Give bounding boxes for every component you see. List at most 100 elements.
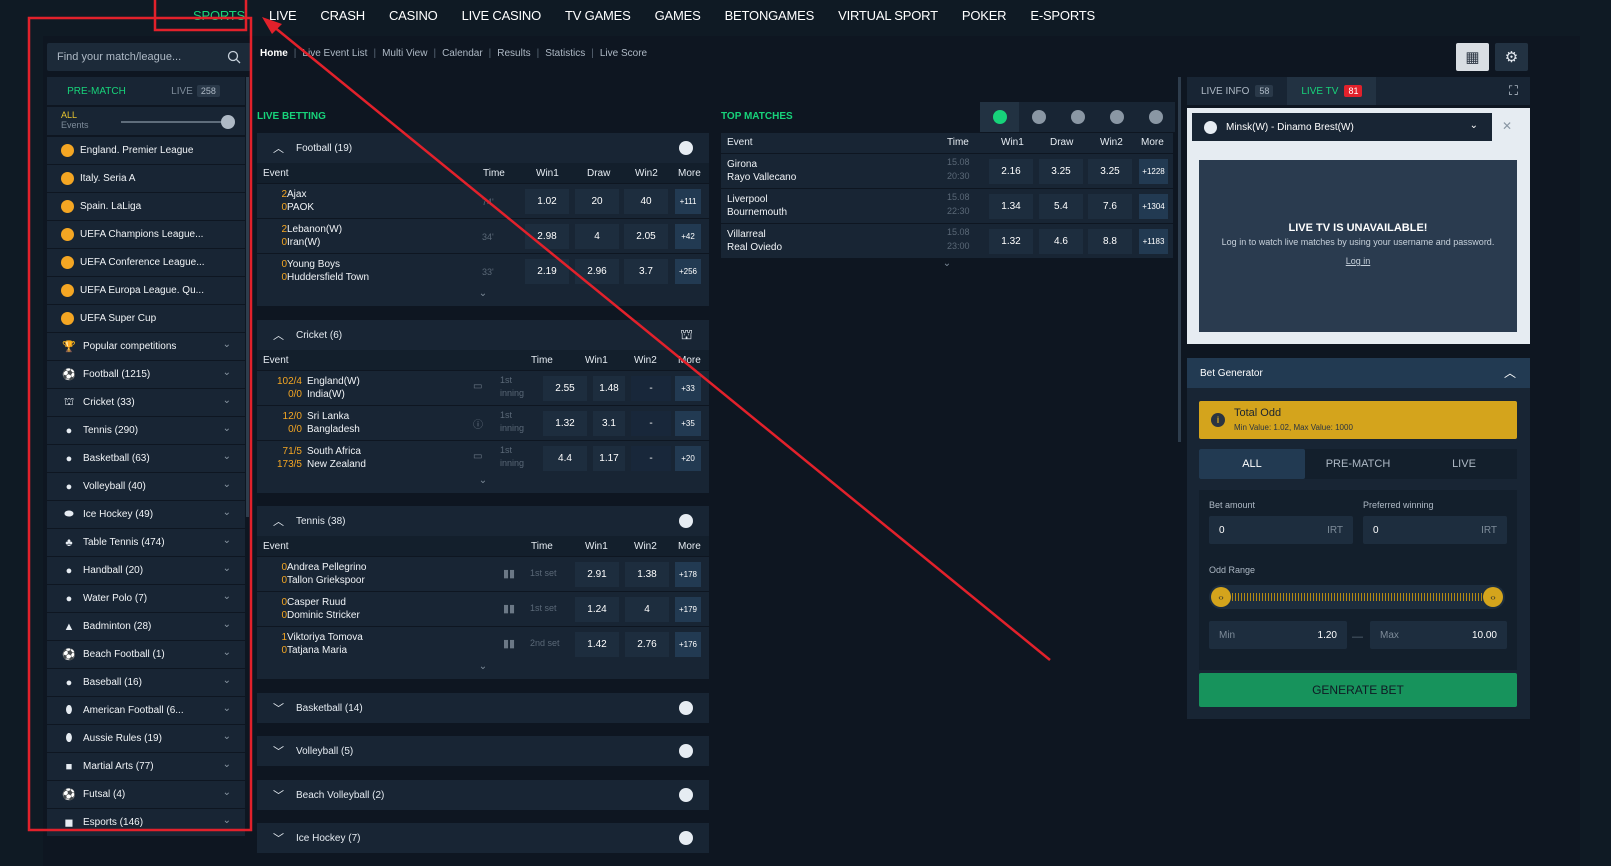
subnav-live-event-list[interactable]: Live Event List [302, 48, 367, 59]
preferred-winning-input[interactable]: 0 IRT [1363, 516, 1507, 544]
sidebar-item[interactable]: Spain. LaLiga [47, 193, 245, 220]
nav-virtual-sport[interactable]: VIRTUAL SPORT [838, 8, 938, 23]
sidebar-item[interactable]: ● Water Polo (7) ⌄ [47, 585, 245, 612]
sidebar-item[interactable]: ⚽ Football (1215) ⌄ [47, 361, 245, 388]
settings-button[interactable]: ⚙ [1495, 43, 1528, 71]
subnav-statistics[interactable]: Statistics [545, 48, 585, 59]
tab-live-tv[interactable]: LIVE TV 81 [1287, 77, 1377, 105]
more-markets-button[interactable]: +1183 [1139, 229, 1168, 254]
odd-win1[interactable]: 2.55 [543, 376, 587, 401]
odd-win2[interactable]: 8.8 [1088, 229, 1132, 254]
sidebar-item[interactable]: ⚽ Futsal (4) ⌄ [47, 781, 245, 808]
odd-win2[interactable]: 2.76 [625, 632, 669, 657]
range-max-handle[interactable]: ‹› [1483, 587, 1503, 607]
cricket-header[interactable]: ︿ Cricket (6) ⛫ [257, 320, 709, 350]
subnav-home[interactable]: Home [260, 48, 288, 59]
sidebar-item[interactable]: ● Tennis (290) ⌄ [47, 417, 245, 444]
match-row[interactable]: 2 Lebanon(W) 0 Iran(W) 34' 2.98 4 2.05 +42 [257, 218, 709, 253]
football-header[interactable]: ︿ Football (19) [257, 133, 709, 163]
sidebar-item[interactable]: UEFA Conference League... [47, 249, 245, 276]
search-icon[interactable] [227, 50, 241, 64]
sidebar-item[interactable]: ⛫ Cricket (33) ⌄ [47, 389, 245, 416]
football-expand[interactable]: ⌄ [257, 288, 709, 306]
odd-win1[interactable]: 1.24 [575, 597, 619, 622]
tab-basketball[interactable] [1058, 102, 1097, 132]
odd-win1[interactable]: 2.91 [575, 562, 619, 587]
odd-win2[interactable]: 2.05 [624, 224, 668, 249]
sidebar-item[interactable]: UEFA Europa League. Qu... [47, 277, 245, 304]
odd-win1b[interactable]: 1.48 [593, 376, 625, 401]
search-input[interactable] [57, 51, 207, 63]
more-markets-button[interactable]: +1304 [1139, 194, 1168, 219]
tennis-expand[interactable]: ⌄ [257, 661, 709, 679]
match-row[interactable]: 71/5 South Africa 173/5 New Zealand ▭ 1st inni… [257, 440, 709, 475]
more-markets-button[interactable]: +179 [675, 597, 701, 622]
odd-win1[interactable]: 1.32 [543, 411, 587, 436]
match-row[interactable]: 102/4 England(W) 0/0 India(W) ▭ 1st inning 2.55… [257, 370, 709, 405]
nav-crash[interactable]: CRASH [320, 8, 365, 23]
match-row[interactable]: 1 Viktoriya Tomova 0 Tatjana Maria ▮▮ 2nd set… [257, 626, 709, 661]
match-row[interactable]: 0 Young Boys 0 Huddersfield Town 33' 2.19 2.96… [257, 253, 709, 288]
odd-win2[interactable]: - [631, 411, 671, 436]
sidebar-item[interactable]: England. Premier League [47, 137, 245, 164]
sidebar-item[interactable]: ⬬ Ice Hockey (49) ⌄ [47, 501, 245, 528]
volleyball-panel[interactable]: ﹀ Volleyball (5) [257, 736, 709, 766]
main-scrollbar[interactable] [1178, 77, 1181, 442]
tab-prematch[interactable]: PRE-MATCH [47, 86, 146, 97]
odd-draw[interactable]: 2.96 [575, 259, 619, 284]
top-match-row[interactable]: Liverpool Bournemouth 15.08 22:30 1.34 5… [721, 188, 1173, 223]
odd-win2[interactable]: 3.25 [1088, 159, 1132, 184]
odd-win1b[interactable]: 3.1 [593, 411, 625, 436]
odd-win2[interactable]: 3.7 [624, 259, 668, 284]
bet-amount-input[interactable]: 0 IRT [1209, 516, 1353, 544]
sidebar-item[interactable]: ⬮ Aussie Rules (19) ⌄ [47, 725, 245, 752]
tab-football[interactable] [980, 102, 1019, 132]
odd-draw[interactable]: 3.25 [1039, 159, 1083, 184]
tab-beach-volleyball[interactable] [1136, 102, 1175, 132]
mode-live[interactable]: LIVE [1411, 449, 1517, 479]
sidebar-item[interactable]: ♣ Table Tennis (474) ⌄ [47, 529, 245, 556]
ice-hockey-panel[interactable]: ﹀ Ice Hockey (7) [257, 823, 709, 853]
more-markets-button[interactable]: +42 [675, 224, 701, 249]
max-odd-input[interactable]: Max 10.00 [1370, 621, 1507, 649]
bet-generator-header[interactable]: Bet Generator ︿ [1187, 358, 1530, 388]
sidebar-scrollbar[interactable] [246, 77, 249, 517]
nav-tv-games[interactable]: TV GAMES [565, 8, 631, 23]
sidebar-item[interactable]: ● Volleyball (40) ⌄ [47, 473, 245, 500]
subnav-results[interactable]: Results [497, 48, 530, 59]
range-min-handle[interactable]: ‹› [1211, 587, 1231, 607]
top-match-row[interactable]: Girona Rayo Vallecano 15.08 20:30 2.16 3… [721, 153, 1173, 188]
odd-range-slider[interactable]: ‹› ‹› [1209, 585, 1505, 609]
nav-betongames[interactable]: BETONGAMES [725, 8, 815, 23]
more-markets-button[interactable]: +1228 [1139, 159, 1168, 184]
beach-volleyball-panel[interactable]: ﹀ Beach Volleyball (2) [257, 780, 709, 810]
pin-icon[interactable]: ✕ [1502, 119, 1512, 133]
sidebar-item[interactable]: ◼ Esports (146) ⌄ [47, 809, 245, 836]
sidebar-item[interactable]: ● Baseball (16) ⌄ [47, 669, 245, 696]
nav-games[interactable]: GAMES [655, 8, 701, 23]
odd-win1[interactable]: 2.16 [989, 159, 1033, 184]
subnav-calendar[interactable]: Calendar [442, 48, 483, 59]
sidebar-item[interactable]: ● Handball (20) ⌄ [47, 557, 245, 584]
more-markets-button[interactable]: +178 [675, 562, 701, 587]
basketball-panel[interactable]: ﹀ Basketball (14) [257, 693, 709, 723]
calculator-button[interactable]: ▦ [1456, 43, 1489, 71]
sidebar-item[interactable]: ⚽ Beach Football (1) ⌄ [47, 641, 245, 668]
odd-draw[interactable]: 20 [575, 189, 619, 214]
match-row[interactable]: 0 Andrea Pellegrino 0 Tallon Griekspoor ▮▮ 1s… [257, 556, 709, 591]
nav-esports[interactable]: E-SPORTS [1030, 8, 1095, 23]
odd-win1[interactable]: 1.02 [525, 189, 569, 214]
more-markets-button[interactable]: +111 [675, 189, 701, 214]
tab-live[interactable]: LIVE 258 [146, 84, 245, 97]
odd-win1[interactable]: 1.34 [989, 194, 1033, 219]
nav-poker[interactable]: POKER [962, 8, 1007, 23]
sidebar-item[interactable]: UEFA Champions League... [47, 221, 245, 248]
login-link[interactable]: Log in [1199, 256, 1517, 266]
odd-win2[interactable]: 1.38 [625, 562, 669, 587]
sidebar-item[interactable]: ● Basketball (63) ⌄ [47, 445, 245, 472]
odd-draw[interactable]: 4.6 [1039, 229, 1083, 254]
odd-win1b[interactable]: 1.17 [593, 446, 625, 471]
sidebar-item[interactable]: Italy. Seria A [47, 165, 245, 192]
nav-live[interactable]: LIVE [269, 8, 297, 23]
odd-win2[interactable]: 7.6 [1088, 194, 1132, 219]
